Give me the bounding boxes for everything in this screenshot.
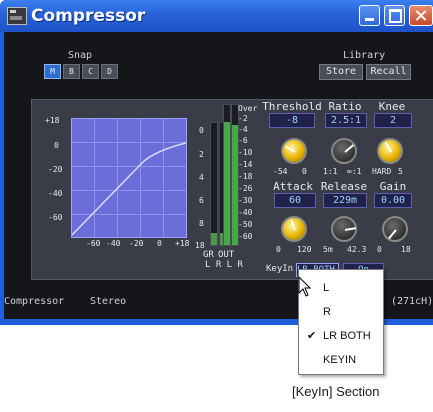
window-title: Compressor [31,6,146,26]
snap-button-m[interactable]: M [44,64,61,79]
keyin-label: KeyIn [266,264,294,274]
out-label: OUT [218,250,235,260]
release-min: 5m [323,245,333,254]
meter-scale-tick: -26 [238,184,253,193]
snap-label: Snap [68,50,93,61]
gr-meter-l [210,122,218,246]
attack-min: 0 [276,245,281,254]
threshold-label: Threshold [262,100,322,113]
gr-label: GR [203,250,214,260]
meter-scale-tick: -18 [238,172,253,181]
meter-scale-tick: -30 [238,196,253,205]
y-tick: -20 [48,165,63,174]
release-max: 42.3 [347,245,367,254]
gr-scale-tick: 18 [195,241,205,250]
attack-label: Attack [273,180,313,193]
threshold-knob[interactable] [281,138,307,164]
attack-value[interactable]: 60 [274,193,316,208]
status-right: (271cH) [391,296,433,307]
menu-item-keyin[interactable]: KEYIN [299,350,383,372]
minimize-button[interactable] [359,5,380,26]
mouse-cursor-icon [298,276,312,297]
knee-min: HARD [372,167,392,176]
y-tick: -40 [48,189,63,198]
attack-knob[interactable] [281,216,307,242]
gain-label: Gain [379,180,407,193]
x-tick: 0 [157,239,162,248]
meter-scale-tick: -2 [238,114,248,123]
meter-scale-tick: -4 [238,125,248,134]
gr-scale-tick: 4 [199,173,204,182]
meter-scale-tick: -50 [238,220,253,229]
release-knob[interactable] [331,216,357,242]
x-tick: -20 [129,239,144,248]
store-button[interactable]: Store [319,64,363,80]
compression-curve-graph [71,118,187,238]
transfer-curve [72,142,186,236]
status-channels: Stereo [90,296,127,307]
meter-scale-tick: -60 [238,232,253,241]
menu-item-lr-both[interactable]: ✔ LR BOTH [299,326,383,348]
snap-button-c[interactable]: C [82,64,99,79]
library-label: Library [343,50,386,61]
app-icon [7,7,27,25]
x-tick: -40 [106,239,121,248]
meter-scale-tick: -40 [238,208,253,217]
gain-max: 18 [401,245,411,254]
status-mode: Compressor [4,296,65,307]
gr-scale-tick: 6 [199,196,204,205]
ratio-max: ∞:1 [347,167,362,176]
gr-scale-tick: 2 [199,150,204,159]
threshold-max: 0 [302,167,307,176]
gain-min: 0 [377,245,382,254]
ratio-label: Ratio [328,100,362,113]
title-bar[interactable]: Compressor [0,0,433,32]
ratio-min: 1:1 [323,167,338,176]
menu-item-label: L [323,282,330,294]
gr-scale-tick: 8 [199,219,204,228]
checkmark-icon: ✔ [307,330,317,342]
y-tick: +18 [45,116,60,125]
ratio-value[interactable]: 2.5:1 [325,113,367,128]
menu-item-label: KEYIN [323,354,357,366]
meter-scale-tick: -6 [238,136,248,145]
y-tick: 0 [54,141,59,150]
menu-item-label: R [323,306,331,318]
meter-scale-tick: -10 [238,148,253,157]
snap-button-d[interactable]: D [101,64,118,79]
meter-scale-tick: Over [238,104,258,113]
knee-value[interactable]: 2 [374,113,412,128]
threshold-value[interactable]: -8 [269,113,315,128]
ratio-knob[interactable] [331,138,357,164]
figure-caption: [KeyIn] Section [292,384,380,399]
release-label: Release [320,180,368,193]
gain-knob[interactable] [382,216,408,242]
knee-knob[interactable] [377,138,403,164]
close-button[interactable] [409,5,433,26]
gr-scale-tick: 0 [199,126,204,135]
meter-scale-tick: -14 [238,160,253,169]
snap-button-b[interactable]: B [63,64,80,79]
gain-value[interactable]: 0.00 [374,193,412,208]
x-tick: -60 [86,239,101,248]
recall-button[interactable]: Recall [366,64,411,80]
lr-labels: L R L R [205,260,243,270]
y-tick: -60 [48,213,63,222]
threshold-min: -54 [273,167,288,176]
out-meter-l [223,104,231,246]
x-tick: +18 [175,239,190,248]
menu-item-label: LR BOTH [323,330,371,342]
menu-item-r[interactable]: R [299,302,383,324]
knee-max: 5 [398,167,403,176]
release-value[interactable]: 229m [323,193,367,208]
knee-label: Knee [378,100,406,113]
attack-max: 120 [297,245,312,254]
maximize-button[interactable] [384,5,405,26]
